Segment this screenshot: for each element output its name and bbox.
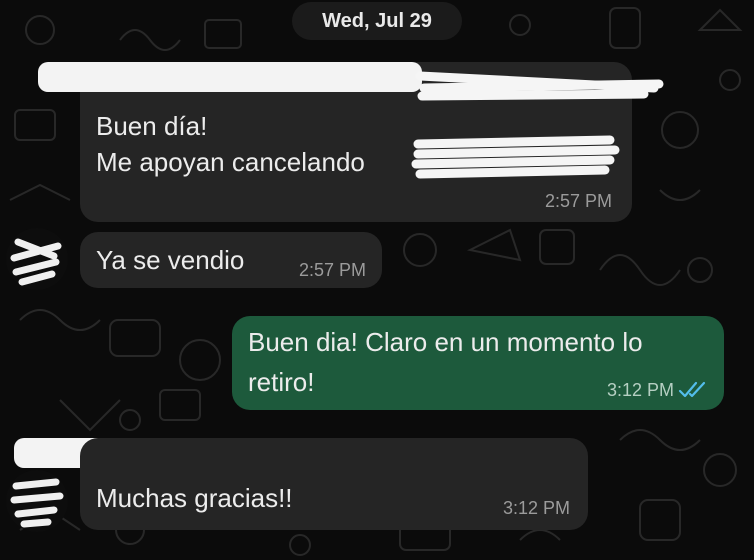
- sender-avatar[interactable]: [6, 228, 68, 290]
- message-text-line: Buen día!: [96, 111, 208, 141]
- message-text-line: Buen dia! Claro en un momento lo: [248, 327, 643, 357]
- message-text-line: Me apoyan cancelando: [96, 147, 365, 177]
- message-bubble-outgoing[interactable]: Buen dia! Claro en un momento lo retiro!…: [232, 316, 724, 410]
- avatar-scribble-icon: [10, 238, 62, 286]
- sender-name-redaction: [38, 62, 422, 92]
- date-separator-label: Wed, Jul 29: [322, 9, 432, 32]
- double-check-icon: [678, 381, 706, 398]
- redaction-scribble: [411, 135, 620, 179]
- message-timestamp: 2:57 PM: [544, 191, 612, 211]
- message-text-line: retiro!: [248, 367, 315, 397]
- message-bubble-incoming[interactable]: Ya se vendio 2:57 PM: [80, 232, 382, 288]
- message-timestamp: 2:57 PM: [298, 260, 366, 280]
- date-separator: Wed, Jul 29: [292, 2, 462, 40]
- message-timestamp: 3:12 PM: [606, 380, 674, 400]
- avatar-scribble-icon: [10, 478, 64, 528]
- message-timestamp: 3:12 PM: [502, 498, 570, 518]
- message-text: Muchas gracias!!: [96, 483, 293, 513]
- message-text: Ya se vendio: [96, 245, 245, 275]
- redaction-scribble: [415, 71, 664, 101]
- sender-avatar[interactable]: [6, 470, 68, 532]
- message-bubble-incoming[interactable]: Muchas gracias!! 3:12 PM: [80, 438, 588, 530]
